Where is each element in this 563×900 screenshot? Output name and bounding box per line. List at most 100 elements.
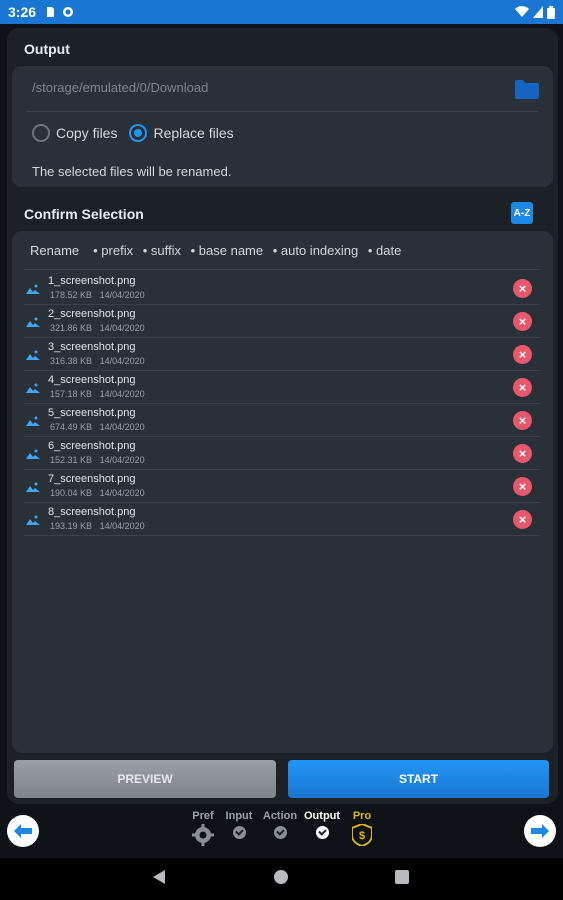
file-row[interactable]: 8_screenshot.png 193.19 KB 14/04/2020 × (24, 503, 540, 536)
step-output[interactable]: Output (304, 810, 340, 842)
divider (24, 269, 540, 270)
file-date: 14/04/2020 (99, 389, 145, 399)
file-row[interactable]: 3_screenshot.png 316.38 KB 14/04/2020 × (24, 338, 540, 371)
file-row[interactable]: 4_screenshot.png 157.18 KB 14/04/2020 × (24, 371, 540, 404)
file-meta: 674.49 KB 14/04/2020 (50, 422, 145, 432)
mode-radio-group: Copy files Replace files (32, 124, 246, 142)
rename-option-date: • date (367, 243, 402, 258)
step-input[interactable]: Input (223, 810, 255, 842)
file-row[interactable]: 6_screenshot.png 152.31 KB 14/04/2020 × (24, 437, 540, 470)
image-file-icon (26, 515, 40, 525)
file-date: 14/04/2020 (99, 356, 145, 366)
battery-icon (547, 5, 555, 19)
file-date: 14/04/2020 (99, 422, 145, 432)
file-name: 6_screenshot.png (48, 440, 136, 452)
file-date: 14/04/2020 (99, 488, 145, 498)
file-date: 14/04/2020 (99, 521, 145, 531)
file-meta: 190.04 KB 14/04/2020 (50, 488, 145, 498)
image-file-icon (26, 317, 40, 327)
file-row[interactable]: 5_screenshot.png 674.49 KB 14/04/2020 × (24, 404, 540, 437)
system-nav-bar (0, 858, 563, 900)
file-size: 178.52 KB (50, 290, 93, 300)
file-name: 2_screenshot.png (48, 308, 136, 320)
remove-file-button[interactable]: × (513, 477, 532, 496)
rename-option-base-name: • base name (190, 243, 264, 258)
divider (26, 111, 539, 112)
folder-icon[interactable] (515, 80, 539, 99)
step-output-label: Output (304, 810, 341, 822)
remove-file-button[interactable]: × (513, 444, 532, 463)
file-name: 8_screenshot.png (48, 506, 136, 518)
gear-icon (192, 824, 214, 846)
dollar-shield-icon: $ (351, 822, 373, 848)
file-size: 157.18 KB (50, 389, 93, 399)
copy-files-label: Copy files (56, 125, 118, 141)
copy-files-radio[interactable] (32, 124, 50, 142)
confirm-selection-title: Confirm Selection (24, 206, 144, 222)
file-name: 4_screenshot.png (48, 374, 136, 386)
step-indicator: Pref Input Action Output Pro $ (0, 810, 563, 858)
image-file-icon (26, 449, 40, 459)
back-icon[interactable] (153, 870, 165, 884)
step-pref-label: Pref (192, 810, 214, 822)
file-name: 1_screenshot.png (48, 275, 136, 287)
file-row[interactable]: 1_screenshot.png 178.52 KB 14/04/2020 × (24, 272, 540, 305)
remove-file-button[interactable]: × (513, 312, 532, 331)
check-icon (273, 826, 287, 839)
replace-files-radio[interactable] (129, 124, 148, 142)
remove-file-button[interactable]: × (513, 378, 532, 397)
step-action[interactable]: Action (261, 810, 299, 842)
home-icon[interactable] (274, 870, 288, 884)
replace-files-option[interactable]: Replace files (129, 124, 234, 142)
file-row[interactable]: 2_screenshot.png 321.86 KB 14/04/2020 × (24, 305, 540, 338)
step-pro-label: Pro (352, 810, 372, 822)
rename-option-suffix: • suffix (142, 243, 181, 258)
rename-note: The selected files will be renamed. (32, 164, 232, 179)
svg-text:$: $ (359, 830, 365, 842)
step-pref[interactable]: Pref (189, 810, 217, 849)
image-file-icon (26, 284, 40, 294)
output-card: /storage/emulated/0/Download Copy files … (12, 66, 553, 187)
file-size: 674.49 KB (50, 422, 93, 432)
rename-option-auto-indexing: • auto indexing (272, 243, 359, 258)
step-input-label: Input (225, 810, 253, 822)
file-meta: 321.86 KB 14/04/2020 (50, 323, 145, 333)
file-name: 5_screenshot.png (48, 407, 136, 419)
file-row[interactable]: 7_screenshot.png 190.04 KB 14/04/2020 × (24, 470, 540, 503)
remove-file-button[interactable]: × (513, 411, 532, 430)
preview-button[interactable]: PREVIEW (14, 760, 276, 798)
file-meta: 316.38 KB 14/04/2020 (50, 356, 145, 366)
copy-files-option[interactable]: Copy files (32, 124, 117, 142)
sort-az-icon[interactable]: A-Z (511, 202, 533, 224)
replace-files-label: Replace files (153, 125, 234, 141)
sync-icon (63, 7, 74, 17)
file-size: 193.19 KB (50, 521, 93, 531)
image-file-icon (26, 416, 40, 426)
file-date: 14/04/2020 (99, 323, 145, 333)
file-size: 152.31 KB (50, 455, 93, 465)
file-name: 7_screenshot.png (48, 473, 136, 485)
file-size: 321.86 KB (50, 323, 93, 333)
file-date: 14/04/2020 (99, 290, 145, 300)
file-size: 190.04 KB (50, 488, 93, 498)
selection-card: Rename • prefix • suffix • base name • a… (12, 231, 553, 753)
rename-label: Rename (30, 243, 80, 258)
file-name: 3_screenshot.png (48, 341, 136, 353)
image-file-icon (26, 350, 40, 360)
file-meta: 178.52 KB 14/04/2020 (50, 290, 145, 300)
remove-file-button[interactable]: × (513, 345, 532, 364)
step-pro[interactable]: Pro $ (349, 810, 375, 849)
remove-file-button[interactable]: × (513, 510, 532, 529)
rename-options-row: Rename • prefix • suffix • base name • a… (30, 243, 407, 258)
file-size: 316.38 KB (50, 356, 93, 366)
cell-signal-icon (533, 6, 543, 18)
start-button[interactable]: START (288, 760, 549, 798)
recents-icon[interactable] (395, 870, 409, 884)
file-date: 14/04/2020 (99, 455, 145, 465)
remove-file-button[interactable]: × (513, 279, 532, 298)
rename-options: • prefix • suffix • base name • auto ind… (93, 243, 407, 258)
output-path-field[interactable]: /storage/emulated/0/Download (32, 80, 208, 95)
step-action-label: Action (262, 810, 298, 822)
rename-option-prefix: • prefix (93, 243, 134, 258)
file-meta: 152.31 KB 14/04/2020 (50, 455, 145, 465)
